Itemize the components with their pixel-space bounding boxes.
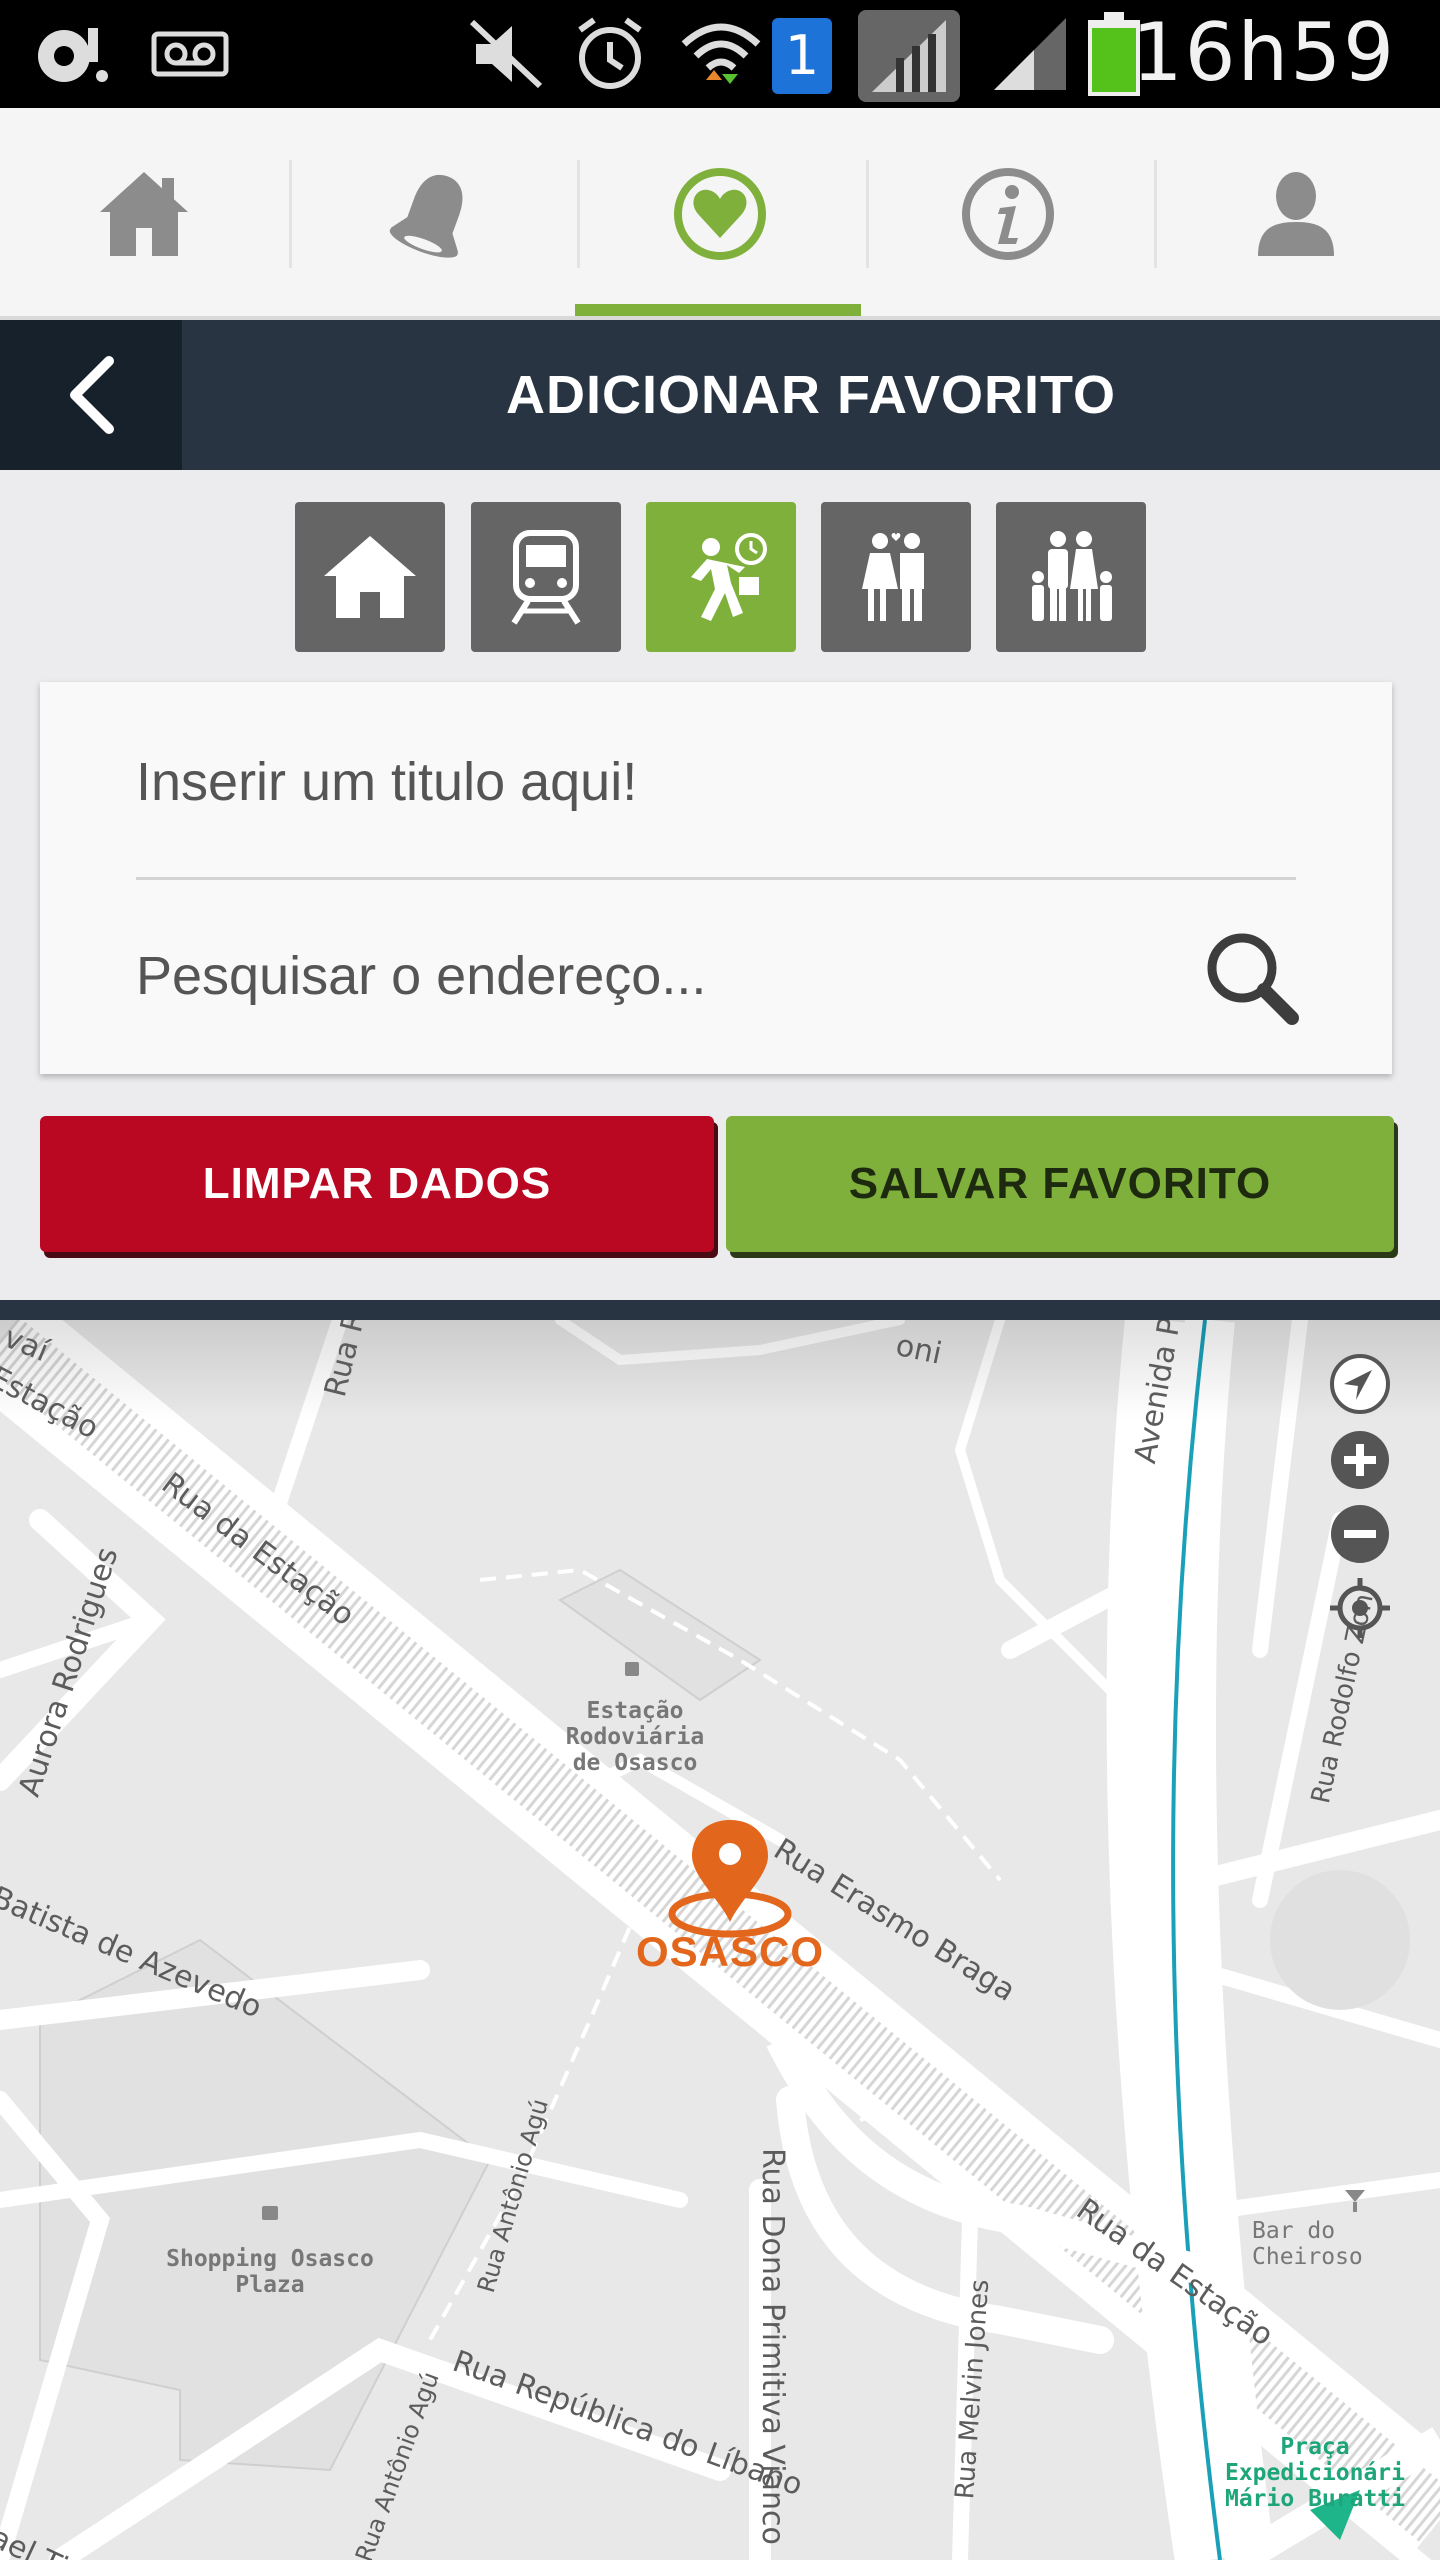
wifi-icon	[681, 23, 761, 84]
gps-target-icon[interactable]	[1328, 1576, 1392, 1640]
sim-icon: 1	[772, 18, 832, 94]
poi-bar[interactable]: Bar do Cheiroso	[1252, 2218, 1440, 2270]
search-icon[interactable]	[1196, 922, 1306, 1032]
address-search-input[interactable]: Pesquisar o endereço...	[136, 926, 1136, 1026]
signal-icon-2	[994, 18, 1066, 90]
nav-favorites[interactable]	[576, 108, 864, 320]
commuter-icon	[691, 533, 767, 621]
nav-notifications[interactable]	[290, 108, 578, 320]
bell-icon	[389, 174, 463, 258]
location-marker-icon[interactable]	[660, 1814, 800, 1944]
mute-icon	[469, 19, 543, 89]
signal-icon	[858, 10, 960, 102]
info-icon	[962, 168, 1054, 260]
nav-active-indicator	[575, 304, 861, 316]
favorite-form-card: Inserir um titulo aqui! Pesquisar o ende…	[40, 682, 1392, 1074]
alarm-icon	[578, 17, 642, 89]
chevron-left-icon	[70, 356, 114, 434]
zoom-out-icon[interactable]	[1328, 1502, 1392, 1566]
title-input[interactable]: Inserir um titulo aqui!	[136, 732, 1296, 832]
poi-shopping[interactable]: Shopping Osasco Plaza	[140, 2246, 400, 2298]
status-bar: 1 16h59	[0, 0, 1440, 108]
voicemail-app-icon	[38, 28, 108, 82]
voicemail-icon	[151, 31, 229, 77]
nav-info[interactable]	[864, 108, 1152, 320]
heart-icon	[674, 168, 766, 260]
nav-home[interactable]	[0, 108, 288, 320]
couple-icon	[862, 533, 924, 621]
poi-square[interactable]: Praça Expedicionári Mário Buratti	[1190, 2434, 1440, 2512]
clock: 16h59	[1131, 6, 1396, 99]
page-header: ADICIONAR FAVORITO	[0, 320, 1440, 470]
nav-profile[interactable]	[1152, 108, 1440, 320]
home-icon	[100, 172, 188, 256]
family-icon	[1032, 531, 1112, 621]
zoom-in-icon[interactable]	[1328, 1428, 1392, 1492]
top-navigation	[0, 108, 1440, 320]
category-couple[interactable]	[821, 502, 971, 652]
train-icon	[511, 530, 581, 625]
marker-label: OSASCO	[635, 1928, 825, 1975]
category-train[interactable]	[471, 502, 621, 652]
category-family[interactable]	[996, 502, 1146, 652]
back-button[interactable]	[0, 320, 182, 470]
category-home[interactable]	[295, 502, 445, 652]
save-favorite-button[interactable]: SALVAR FAVORITO	[726, 1116, 1394, 1252]
user-icon	[1258, 172, 1334, 256]
clear-data-button[interactable]: LIMPAR DADOS	[40, 1116, 714, 1252]
poi-bus-station[interactable]: Estação Rodoviária de Osasco	[520, 1698, 750, 1776]
category-work[interactable]	[646, 502, 796, 652]
page-title: ADICIONAR FAVORITO	[505, 365, 1117, 425]
locate-icon[interactable]	[1328, 1352, 1392, 1416]
home-icon	[324, 536, 416, 618]
